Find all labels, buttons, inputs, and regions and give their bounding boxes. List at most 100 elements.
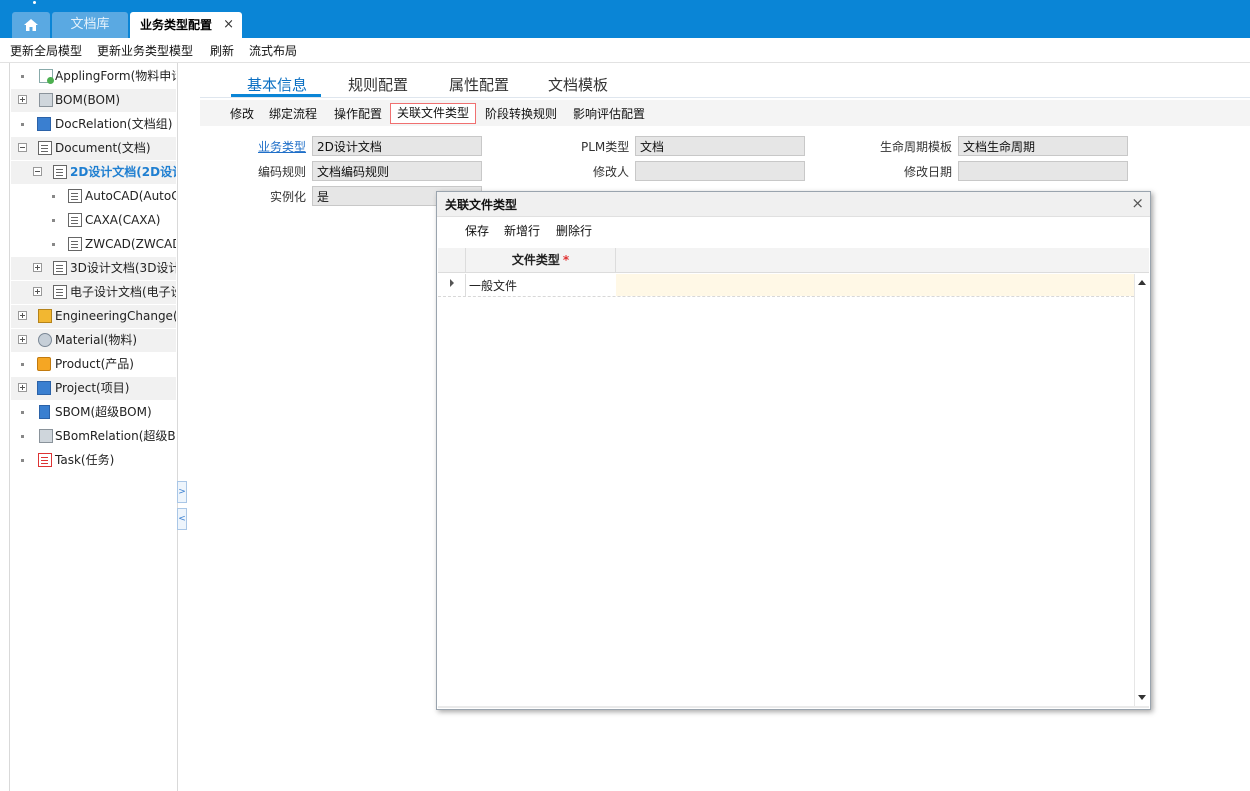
- collapse-panel-button[interactable]: <: [177, 508, 187, 530]
- expand-icon[interactable]: [33, 287, 42, 296]
- tree-bullet: [21, 363, 24, 366]
- file-type-cell[interactable]: 一般文件: [469, 277, 517, 294]
- tree-item-sbomrelation[interactable]: SBomRelation(超级BO: [11, 425, 176, 448]
- tab-basic-info[interactable]: 基本信息: [247, 74, 307, 95]
- tree-item-product[interactable]: Product(产品): [11, 353, 176, 376]
- business-type-tree: ApplingForm(物料申请 BOM(BOM) DocRelation(文档…: [9, 63, 178, 791]
- document-icon: [53, 165, 67, 179]
- tab-business-type-config[interactable]: 业务类型配置 ×: [130, 12, 242, 38]
- expand-icon[interactable]: [18, 335, 27, 344]
- lifecycle-template-label: 生命周期模板: [880, 140, 953, 154]
- operation-config-button[interactable]: 操作配置: [334, 105, 382, 122]
- close-icon[interactable]: ×: [223, 12, 234, 38]
- chevron-right-icon: >: [178, 487, 186, 497]
- expand-panel-button[interactable]: >: [177, 481, 187, 503]
- tab-divider: [200, 97, 1250, 98]
- action-toolbar: 修改 绑定流程 操作配置 关联文件类型 阶段转换规则 影响评估配置: [200, 100, 1250, 126]
- table-row[interactable]: 一般文件: [438, 274, 1134, 297]
- menu-bar: 更新全局模型 更新业务类型模型 刷新 流式布局: [0, 38, 1250, 63]
- document-icon: [68, 189, 82, 203]
- tree-item-3d-design-doc[interactable]: 3D设计文档(3D设计: [11, 257, 176, 280]
- row-indicator-header: [438, 248, 466, 272]
- tab-business-type-config-label: 业务类型配置: [140, 18, 213, 32]
- bom-icon: [39, 93, 53, 107]
- expand-icon[interactable]: [18, 311, 27, 320]
- form-icon: [39, 69, 54, 84]
- plm-type-field: 文档: [635, 136, 805, 156]
- tree-item-task[interactable]: Task(任务): [11, 449, 176, 472]
- collapse-icon[interactable]: [33, 167, 42, 176]
- associate-file-type-button[interactable]: 关联文件类型: [390, 103, 477, 124]
- menu-update-global-model[interactable]: 更新全局模型: [10, 42, 82, 59]
- bind-workflow-button[interactable]: 绑定流程: [269, 105, 317, 122]
- document-icon: [53, 285, 67, 299]
- column-header-file-type[interactable]: 文件类型 *: [466, 248, 616, 272]
- tree-item-label: 2D设计文档(2D设计: [70, 165, 176, 179]
- associate-file-type-dialog: 关联文件类型 × 保存 新增行 删除行 文件类型 * 一般文件: [436, 191, 1151, 710]
- tree-item-applingform[interactable]: ApplingForm(物料申请: [11, 65, 176, 88]
- tree-item-caxa[interactable]: CAXA(CAXA): [11, 209, 176, 232]
- tree-item-engineeringchange[interactable]: EngineeringChange(变: [11, 305, 176, 328]
- tree-item-label: EngineeringChange(变: [55, 309, 176, 323]
- coding-rule-label: 编码规则: [258, 165, 307, 179]
- add-row-button[interactable]: 新增行: [504, 222, 540, 239]
- scroll-up-icon[interactable]: [1138, 280, 1146, 285]
- column-header-label: 文件类型: [511, 253, 560, 267]
- modify-button[interactable]: 修改: [230, 105, 254, 122]
- stage-transition-rule-button[interactable]: 阶段转换规则: [485, 105, 557, 122]
- tree-bullet: [21, 435, 24, 438]
- business-type-field: 2D设计文档: [312, 136, 482, 156]
- tree-item-document[interactable]: Document(文档): [11, 137, 176, 160]
- tree-item-label: AutoCAD(AutoCA: [85, 189, 176, 203]
- tree-item-zwcad[interactable]: ZWCAD(ZWCAD: [11, 233, 176, 256]
- gear-icon: [38, 333, 52, 347]
- tree-item-electronic-design-doc[interactable]: 电子设计文档(电子设: [11, 281, 176, 304]
- dialog-title: 关联文件类型: [445, 198, 518, 212]
- tree-item-label: DocRelation(文档组): [55, 117, 173, 131]
- tree-item-autocad[interactable]: AutoCAD(AutoCA: [11, 185, 176, 208]
- delete-row-button[interactable]: 删除行: [556, 222, 592, 239]
- grid-scrollbar[interactable]: [1134, 274, 1149, 706]
- lifecycle-template-field: 文档生命周期: [958, 136, 1128, 156]
- business-type-label[interactable]: 业务类型: [258, 138, 306, 155]
- tab-document-library[interactable]: 文档库: [52, 12, 128, 38]
- menu-flow-layout[interactable]: 流式布局: [249, 42, 297, 59]
- menu-refresh[interactable]: 刷新: [210, 42, 234, 59]
- close-icon[interactable]: ×: [1131, 194, 1144, 212]
- tree-item-docrelation[interactable]: DocRelation(文档组): [11, 113, 176, 136]
- dialog-bottom-edge: [438, 706, 1149, 708]
- expand-icon[interactable]: [33, 263, 42, 272]
- dialog-title-bar[interactable]: 关联文件类型 ×: [437, 192, 1150, 217]
- tree-bullet: [52, 243, 55, 246]
- product-icon: [37, 357, 51, 371]
- tree-item-label: CAXA(CAXA): [85, 213, 161, 227]
- expand-icon[interactable]: [18, 383, 27, 392]
- tree-bullet: [21, 459, 24, 462]
- tree-item-label: SBOM(超级BOM): [55, 405, 152, 419]
- tree-bullet: [21, 75, 24, 78]
- menu-update-business-type-model[interactable]: 更新业务类型模型: [97, 42, 193, 59]
- tree-bullet: [21, 123, 24, 126]
- modifier-label: 修改人: [593, 165, 630, 179]
- tree-item-label: SBomRelation(超级BO: [55, 429, 176, 443]
- save-button[interactable]: 保存: [465, 222, 489, 239]
- document-icon: [53, 261, 67, 275]
- modifier-field: [635, 161, 805, 181]
- document-icon: [38, 141, 52, 155]
- collapse-icon[interactable]: [18, 143, 27, 152]
- tab-rule-config[interactable]: 规则配置: [348, 74, 408, 95]
- tree-item-project[interactable]: Project(项目): [11, 377, 176, 400]
- tree-bullet: [21, 411, 24, 414]
- tree-item-sbom[interactable]: SBOM(超级BOM): [11, 401, 176, 424]
- expand-icon[interactable]: [18, 95, 27, 104]
- tab-home[interactable]: [12, 12, 50, 38]
- tree-item-bom[interactable]: BOM(BOM): [11, 89, 176, 112]
- top-tab-bar: 文档库 业务类型配置 ×: [0, 0, 1250, 38]
- impact-assessment-config-button[interactable]: 影响评估配置: [573, 105, 645, 122]
- tab-attribute-config[interactable]: 属性配置: [449, 74, 509, 95]
- tree-item-2d-design-doc[interactable]: 2D设计文档(2D设计: [11, 161, 176, 184]
- app-dot: [33, 1, 36, 4]
- tab-document-template[interactable]: 文档模板: [548, 74, 608, 95]
- tree-item-material[interactable]: Material(物料): [11, 329, 176, 352]
- scroll-down-icon[interactable]: [1138, 695, 1146, 700]
